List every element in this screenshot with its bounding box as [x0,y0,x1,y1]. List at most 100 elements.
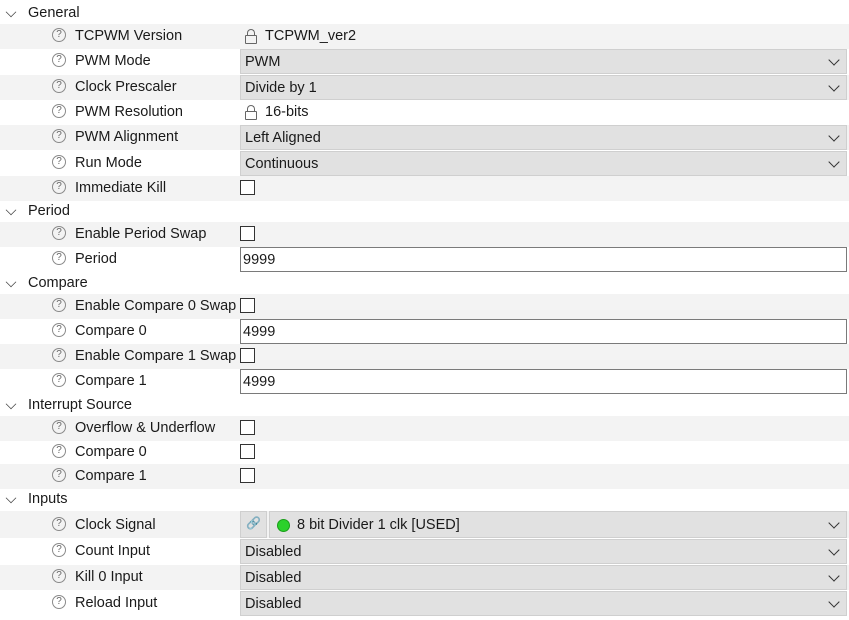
section-title: Inputs [28,491,68,507]
section-inputs[interactable]: Inputs [0,488,849,510]
chevron-down-icon[interactable] [828,544,840,556]
help-icon[interactable]: ? [52,129,66,143]
section-general[interactable]: General [0,2,849,24]
help-icon[interactable]: ? [52,104,66,118]
chevron-down-icon[interactable] [828,156,840,168]
dropdown-value: Continuous [245,156,319,172]
link-icon[interactable]: 🔗 [240,511,267,538]
enable-compare1-swap-checkbox[interactable] [240,348,255,363]
property-clock-prescaler: ? Clock Prescaler Divide by 1 [0,75,849,100]
property-reload-input: ? Reload Input Disabled [0,591,849,616]
overflow-underflow-checkbox[interactable] [240,420,255,435]
help-icon[interactable]: ? [52,298,66,312]
property-label: TCPWM Version [75,28,183,44]
property-pwm-alignment: ? PWM Alignment Left Aligned [0,125,849,150]
help-icon[interactable]: ? [52,569,66,583]
compare1-input[interactable]: 4999 [240,369,847,394]
property-label: Enable Compare 1 Swap [75,348,237,364]
count-input-dropdown[interactable]: Disabled [240,539,847,564]
immediate-kill-checkbox[interactable] [240,180,255,195]
help-icon[interactable]: ? [52,251,66,265]
dropdown-value: Left Aligned [245,130,321,146]
property-pwm-mode: ? PWM Mode PWM [0,49,849,74]
property-label: Count Input [75,543,150,559]
readonly-value: TCPWM_ver2 [265,28,357,44]
chevron-down-icon[interactable] [5,398,17,410]
compare0-input[interactable]: 4999 [240,319,847,344]
help-icon[interactable]: ? [52,180,66,194]
dropdown-value: 8 bit Divider 1 clk [USED] [297,517,460,533]
chevron-down-icon[interactable] [828,130,840,142]
help-icon[interactable]: ? [52,226,66,240]
help-icon[interactable]: ? [52,155,66,169]
input-value: 4999 [243,324,276,340]
section-title: Interrupt Source [28,397,132,413]
property-label: PWM Mode [75,53,151,69]
property-immediate-kill: ? Immediate Kill [0,176,849,201]
chevron-down-icon[interactable] [828,596,840,608]
property-label: Reload Input [75,595,158,611]
property-label: Clock Signal [75,517,156,533]
chevron-down-icon[interactable] [828,80,840,92]
help-icon[interactable]: ? [52,517,66,531]
help-icon[interactable]: ? [52,595,66,609]
section-interrupt-source[interactable]: Interrupt Source [0,394,849,416]
property-clock-signal: ? Clock Signal 🔗 8 bit Divider 1 clk [US… [0,511,849,538]
property-label: Run Mode [75,155,142,171]
readonly-value: 16-bits [265,104,309,120]
help-icon[interactable]: ? [52,323,66,337]
enable-compare0-swap-checkbox[interactable] [240,298,255,313]
section-title: Compare [28,275,88,291]
chevron-down-icon[interactable] [828,517,840,529]
help-icon[interactable]: ? [52,348,66,362]
run-mode-dropdown[interactable]: Continuous [240,151,847,176]
dropdown-value: Disabled [245,570,302,586]
pwm-mode-dropdown[interactable]: PWM [240,49,847,74]
property-enable-period-swap: ? Enable Period Swap [0,222,849,247]
property-interrupt-compare1: ? Compare 1 [0,464,849,489]
lock-icon [245,105,257,120]
help-icon[interactable]: ? [52,543,66,557]
property-label: Overflow & Underflow [75,420,216,436]
property-compare0: ? Compare 0 4999 [0,319,849,344]
chevron-down-icon[interactable] [5,204,17,216]
chevron-down-icon[interactable] [5,276,17,288]
property-overflow-underflow: ? Overflow & Underflow [0,416,849,441]
help-icon[interactable]: ? [52,28,66,42]
section-period[interactable]: Period [0,200,849,222]
section-title: Period [28,203,70,219]
property-label: Enable Period Swap [75,226,207,242]
property-tcpwm-version: ? TCPWM Version TCPWM_ver2 [0,24,849,49]
help-icon[interactable]: ? [52,420,66,434]
property-label: PWM Alignment [75,129,179,145]
period-input[interactable]: 9999 [240,247,847,272]
property-label: Clock Prescaler [75,79,177,95]
property-label: Compare 1 [75,468,147,484]
interrupt-compare0-checkbox[interactable] [240,444,255,459]
property-compare1: ? Compare 1 4999 [0,369,849,394]
property-count-input: ? Count Input Disabled [0,539,849,564]
kill0-input-dropdown[interactable]: Disabled [240,565,847,590]
help-icon[interactable]: ? [52,444,66,458]
chevron-down-icon[interactable] [5,492,17,504]
reload-input-dropdown[interactable]: Disabled [240,591,847,616]
input-value: 9999 [243,252,276,268]
dropdown-value: PWM [245,54,281,70]
property-enable-compare0-swap: ? Enable Compare 0 Swap [0,294,849,319]
enable-period-swap-checkbox[interactable] [240,226,255,241]
help-icon[interactable]: ? [52,53,66,67]
help-icon[interactable]: ? [52,373,66,387]
interrupt-compare1-checkbox[interactable] [240,468,255,483]
chevron-down-icon[interactable] [5,6,17,18]
section-compare[interactable]: Compare [0,272,849,294]
chevron-down-icon[interactable] [828,54,840,66]
section-title: General [28,5,80,21]
pwm-alignment-dropdown[interactable]: Left Aligned [240,125,847,150]
clock-signal-dropdown[interactable]: 8 bit Divider 1 clk [USED] [269,511,847,538]
help-icon[interactable]: ? [52,79,66,93]
help-icon[interactable]: ? [52,468,66,482]
property-interrupt-compare0: ? Compare 0 [0,440,849,465]
clock-prescaler-dropdown[interactable]: Divide by 1 [240,75,847,100]
chevron-down-icon[interactable] [828,570,840,582]
property-kill0-input: ? Kill 0 Input Disabled [0,565,849,590]
